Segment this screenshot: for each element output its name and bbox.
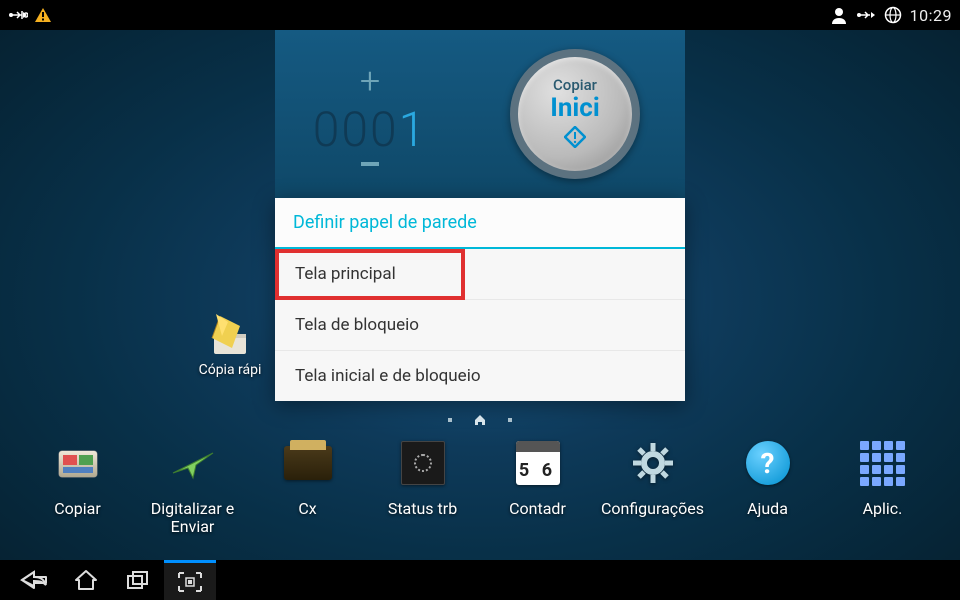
home-button[interactable]: [60, 560, 112, 600]
scan-nav-button[interactable]: [164, 560, 216, 600]
system-nav-bar: [0, 560, 960, 600]
start-copy-button[interactable]: Copiar Inici: [510, 49, 640, 179]
counter-value: 1: [399, 101, 428, 158]
dialog-option-blank-area: [465, 249, 685, 300]
copy-counter: 0001: [313, 101, 428, 158]
status-icon: [398, 438, 448, 488]
dock-item-apps[interactable]: Aplic.: [830, 438, 936, 518]
box-icon: [283, 438, 333, 488]
plus-icon[interactable]: +: [360, 63, 380, 99]
status-bar: 10:29: [0, 0, 960, 30]
page-dot-1[interactable]: [448, 418, 452, 422]
dialog-title: Definir papel de parede: [275, 198, 685, 249]
send-icon: [168, 438, 218, 488]
dialog-option-lock-screen[interactable]: Tela de bloqueio: [275, 300, 685, 351]
globe-icon: [884, 6, 902, 24]
dock-item-settings[interactable]: Configurações: [600, 438, 706, 518]
wallpaper-dialog: Definir papel de parede Tela principal T…: [275, 198, 685, 401]
page-dot-2[interactable]: [508, 418, 512, 422]
back-button[interactable]: [8, 560, 60, 600]
dock-item-box[interactable]: Cx: [255, 438, 361, 518]
dock-item-scan-send[interactable]: Digitalizar e Enviar: [140, 438, 246, 537]
usb-icon: [8, 7, 28, 23]
copy-widget: + 0001 Copiar Inici: [275, 30, 685, 198]
gear-icon: [628, 438, 678, 488]
page-indicators: [448, 414, 512, 426]
home-page-indicator[interactable]: [474, 414, 486, 426]
dock-item-help[interactable]: ? Ajuda: [715, 438, 821, 518]
minus-icon[interactable]: [361, 162, 379, 166]
dock-label-help: Ajuda: [747, 500, 788, 518]
dock: Copiar Digitalizar e Enviar Cx Status tr…: [0, 438, 960, 548]
dock-label-settings: Configurações: [601, 500, 704, 518]
dock-item-copy[interactable]: Copiar: [25, 438, 131, 518]
user-icon: [830, 6, 848, 24]
counter-leading: 000: [313, 101, 399, 158]
quick-copy-shortcut[interactable]: Cópia rápi: [190, 310, 270, 378]
counter-number: 5 6: [516, 460, 560, 481]
dialog-option-home-screen[interactable]: Tela principal: [275, 249, 465, 300]
start-copy-label1: Copiar: [553, 76, 597, 94]
dock-item-status[interactable]: Status trb: [370, 438, 476, 518]
dock-label-status: Status trb: [388, 500, 457, 518]
warning-icon: [34, 7, 52, 23]
quick-copy-icon: [206, 310, 254, 358]
clock-text: 10:29: [910, 6, 952, 25]
dock-label-counter: Contadr: [509, 500, 566, 518]
dialog-option-both-screens[interactable]: Tela inicial e de bloqueio: [275, 351, 685, 401]
help-icon: ?: [743, 438, 793, 488]
usb-icon-right: [856, 7, 876, 23]
dock-label-apps: Aplic.: [863, 500, 903, 518]
dock-label-scan: Digitalizar e Enviar: [140, 500, 246, 537]
start-diamond-icon: [564, 126, 586, 152]
dock-label-box: Cx: [298, 500, 316, 518]
counter-icon: 5 6: [513, 438, 563, 488]
dock-label-copy: Copiar: [54, 500, 101, 518]
quick-copy-label: Cópia rápi: [190, 362, 270, 378]
recent-apps-button[interactable]: [112, 560, 164, 600]
apps-grid-icon: [858, 438, 908, 488]
copy-icon: [53, 438, 103, 488]
dock-item-counter[interactable]: 5 6 Contadr: [485, 438, 591, 518]
start-copy-label2: Inici: [550, 94, 600, 123]
